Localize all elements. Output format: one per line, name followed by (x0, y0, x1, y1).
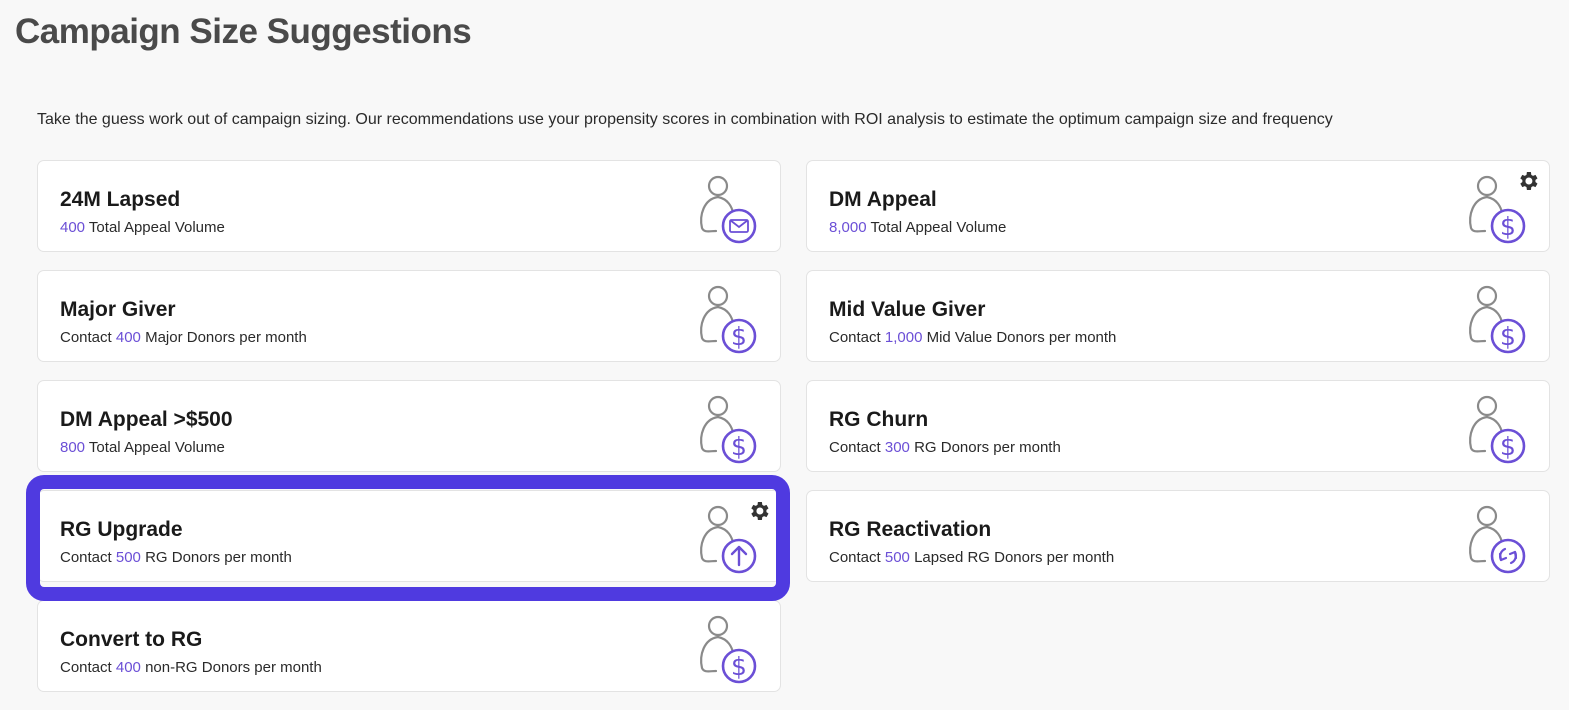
sub-number: 8,000 (829, 219, 867, 236)
sub-number: 1,000 (884, 329, 923, 346)
gear-icon[interactable] (747, 499, 771, 523)
sub-number: 500 (115, 549, 141, 566)
card-dm-appeal[interactable]: DM Appeal 8,000 Total Appeal Volume $ (806, 160, 1550, 252)
sub-prefix: Contact (60, 329, 116, 346)
sub-suffix: Total Appeal Volume (85, 219, 225, 236)
card-rg-churn[interactable]: RG Churn Contact 300 RG Donors per month… (806, 380, 1550, 472)
person-mail-icon (700, 175, 757, 244)
sub-suffix: Mid Value Donors per month (922, 329, 1117, 346)
svg-text:$: $ (731, 652, 747, 681)
person-dollar-icon: $ (700, 615, 757, 684)
svg-text:$: $ (1500, 212, 1516, 241)
card-subtitle: Contact 400 Major Donors per month (60, 329, 307, 346)
person-refresh-icon (1469, 505, 1526, 574)
card-24m-lapsed[interactable]: 24M Lapsed 400 Total Appeal Volume (37, 160, 781, 252)
sub-suffix: non-RG Donors per month (140, 659, 322, 676)
card-title: 24M Lapsed (60, 188, 181, 211)
person-dollar-icon: $ (1469, 285, 1526, 354)
person-dollar-icon: $ (1469, 395, 1526, 464)
card-title: Convert to RG (60, 628, 203, 651)
card-rg-reactivation[interactable]: RG Reactivation Contact 500 Lapsed RG Do… (806, 490, 1550, 582)
card-major-giver[interactable]: Major Giver Contact 400 Major Donors per… (37, 270, 781, 362)
card-title: Mid Value Giver (829, 298, 986, 321)
sub-suffix: RG Donors per month (909, 439, 1061, 456)
svg-text:$: $ (731, 432, 747, 461)
card-subtitle: 8,000 Total Appeal Volume (829, 219, 1006, 236)
card-subtitle: 800 Total Appeal Volume (60, 439, 225, 456)
sub-number: 400 (115, 659, 141, 676)
sub-suffix: Major Donors per month (140, 329, 307, 346)
card-title: Major Giver (60, 298, 176, 321)
sub-number: 400 (115, 329, 141, 346)
card-convert-to-rg[interactable]: Convert to RG Contact 400 non-RG Donors … (37, 600, 781, 692)
card-title: RG Reactivation (829, 518, 992, 541)
card-title: RG Churn (829, 408, 929, 431)
card-subtitle: Contact 500 RG Donors per month (60, 549, 292, 566)
sub-prefix: Contact (829, 439, 885, 456)
sub-suffix: Total Appeal Volume (85, 439, 225, 456)
sub-suffix: Lapsed RG Donors per month (909, 549, 1115, 566)
person-dollar-icon: $ (700, 285, 757, 354)
card-subtitle: Contact 500 Lapsed RG Donors per month (829, 549, 1114, 566)
sub-prefix: Contact (829, 329, 885, 346)
person-dollar-icon: $ (700, 395, 757, 464)
card-title: DM Appeal (829, 188, 937, 211)
gear-icon[interactable] (1516, 169, 1540, 193)
sub-number: 300 (884, 439, 910, 456)
page-title: Campaign Size Suggestions (15, 12, 472, 51)
card-mid-value-giver[interactable]: Mid Value Giver Contact 1,000 Mid Value … (806, 270, 1550, 362)
card-subtitle: Contact 400 non-RG Donors per month (60, 659, 322, 676)
sub-number: 800 (60, 439, 86, 456)
card-dm-appeal-500[interactable]: DM Appeal >$500 800 Total Appeal Volume … (37, 380, 781, 472)
card-title: DM Appeal >$500 (60, 408, 233, 431)
card-subtitle: Contact 300 RG Donors per month (829, 439, 1061, 456)
card-subtitle: 400 Total Appeal Volume (60, 219, 225, 236)
sub-number: 500 (884, 549, 910, 566)
card-rg-upgrade[interactable]: RG Upgrade Contact 500 RG Donors per mon… (37, 490, 781, 582)
svg-text:$: $ (1500, 432, 1516, 461)
svg-text:$: $ (731, 322, 747, 351)
sub-suffix: Total Appeal Volume (866, 219, 1007, 236)
svg-text:$: $ (1500, 322, 1516, 351)
sub-prefix: Contact (60, 549, 116, 566)
intro-text: Take the guess work out of campaign sizi… (37, 111, 1333, 128)
card-title: RG Upgrade (60, 518, 183, 541)
sub-number: 400 (60, 219, 86, 236)
sub-suffix: RG Donors per month (140, 549, 292, 566)
card-subtitle: Contact 1,000 Mid Value Donors per month (829, 329, 1116, 346)
sub-prefix: Contact (829, 549, 885, 566)
sub-prefix: Contact (60, 659, 116, 676)
